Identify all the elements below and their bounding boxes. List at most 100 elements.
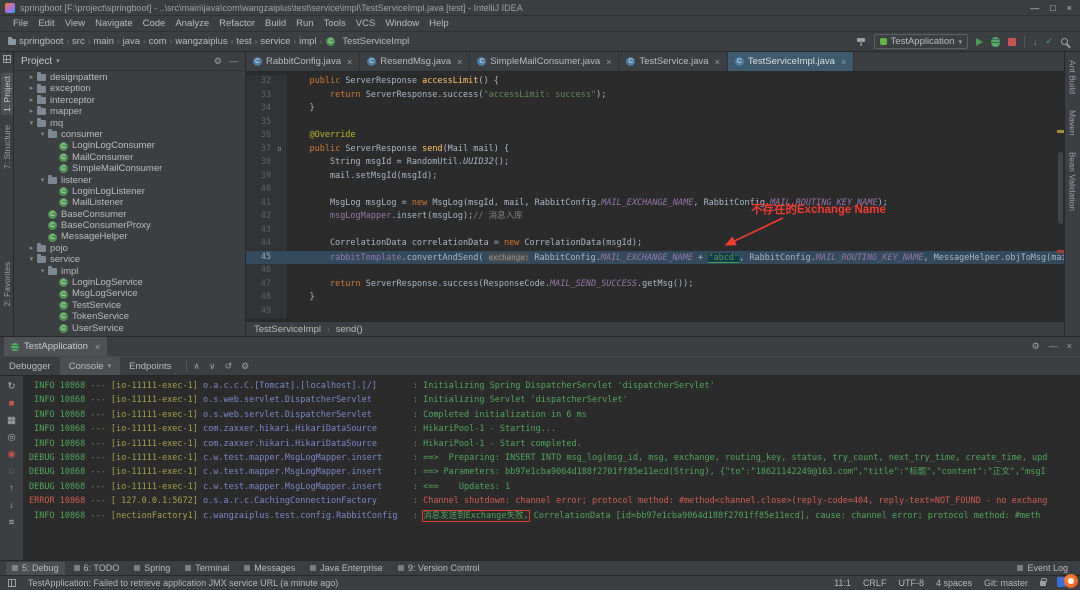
code-line-35[interactable]: 35 xyxy=(246,116,1064,130)
debug-button[interactable] xyxy=(991,37,1000,47)
project-tree[interactable]: ▸designpattern▸exception▸interceptor▸map… xyxy=(14,71,245,336)
tree-item-loginlogservice[interactable]: CLoginLogService xyxy=(14,277,245,288)
tree-item-msglogservice[interactable]: CMsgLogService xyxy=(14,288,245,299)
tree-toggle-icon[interactable]: ▸ xyxy=(27,243,36,254)
breadcrumb-item-com[interactable]: com xyxy=(149,36,167,47)
tree-item-mapper[interactable]: ▸mapper xyxy=(14,106,245,117)
restore-layout-icon[interactable]: ▦ xyxy=(7,414,16,427)
code-line-32[interactable]: 32 public ServerResponse accessLimit() { xyxy=(246,75,1064,89)
collapse-all-icon[interactable]: ∧ xyxy=(193,361,200,372)
maximize-button[interactable]: □ xyxy=(1050,3,1055,13)
breadcrumb-item-springboot[interactable]: springboot xyxy=(8,36,63,47)
menu-navigate[interactable]: Navigate xyxy=(90,18,138,29)
status-git-master[interactable]: Git: master xyxy=(984,578,1028,588)
stop-button[interactable] xyxy=(1008,38,1016,46)
code-line-48[interactable]: 48 } xyxy=(246,291,1064,305)
status-11-1[interactable]: 11:1 xyxy=(834,578,851,588)
run-button[interactable] xyxy=(976,38,983,46)
line-number[interactable]: 35 xyxy=(246,116,274,130)
line-number[interactable]: 47 xyxy=(246,278,274,292)
code-line-41[interactable]: 41 MsgLog msgLog = new MsgLog(msgId, mai… xyxy=(246,197,1064,211)
status-crlf[interactable]: CRLF xyxy=(863,578,887,588)
tree-item-tokenservice[interactable]: CTokenService xyxy=(14,311,245,322)
code-line-36[interactable]: 36 @Override xyxy=(246,129,1064,143)
tool-window-button-terminal[interactable]: Terminal xyxy=(179,562,235,575)
view-breakpoints-icon[interactable]: ◉ xyxy=(7,448,15,461)
tree-toggle-icon[interactable]: ▾ xyxy=(38,175,47,186)
tree-item-mailconsumer[interactable]: CMailConsumer xyxy=(14,152,245,163)
mute-breakpoints-icon[interactable]: ◌ xyxy=(9,465,15,478)
tool-stripe-favorites[interactable]: 2: Favorites xyxy=(2,262,12,306)
debug-tab-debugger[interactable]: Debugger xyxy=(0,357,60,375)
status-utf-8[interactable]: UTF-8 xyxy=(898,578,924,588)
close-tab-icon[interactable]: × xyxy=(841,57,846,67)
code-line-47[interactable]: 47 return ServerResponse.success(Respons… xyxy=(246,278,1064,292)
tree-item-maillistener[interactable]: CMailListener xyxy=(14,197,245,208)
line-number[interactable]: 40 xyxy=(246,183,274,197)
breadcrumb-item-impl[interactable]: impl xyxy=(299,36,316,47)
line-number[interactable]: 42 xyxy=(246,210,274,224)
tree-item-messagehelper[interactable]: CMessageHelper xyxy=(14,231,245,242)
tool-windows-grid-icon[interactable] xyxy=(3,55,11,63)
breadcrumb-item-wangzaiplus[interactable]: wangzaiplus xyxy=(175,36,227,47)
tool-window-button-6-todo[interactable]: 6: TODO xyxy=(68,562,126,575)
editor-tab-simplemailconsumer-java[interactable]: CSimpleMailConsumer.java× xyxy=(470,52,619,71)
tree-item-pojo[interactable]: ▸pojo xyxy=(14,243,245,254)
tree-item-designpattern[interactable]: ▸designpattern xyxy=(14,72,245,83)
tree-item-exception[interactable]: ▸exception xyxy=(14,83,245,94)
tree-toggle-icon[interactable]: ▸ xyxy=(27,106,36,117)
tree-item-impl[interactable]: ▾impl xyxy=(14,266,245,277)
settings-icon[interactable]: ⚙ xyxy=(214,56,222,67)
code-line-40[interactable]: 40 xyxy=(246,183,1064,197)
tree-item-userservice[interactable]: CUserService xyxy=(14,323,245,334)
code-line-34[interactable]: 34 } xyxy=(246,102,1064,116)
stop-icon[interactable]: ■ xyxy=(9,397,15,410)
tree-toggle-icon[interactable]: ▾ xyxy=(38,129,47,140)
close-tab-icon[interactable]: × xyxy=(715,57,720,67)
debug-session-tab[interactable]: TestApplication × xyxy=(4,337,107,356)
tree-item-loginloglistener[interactable]: CLoginLogListener xyxy=(14,186,245,197)
console-settings-icon[interactable]: ⚙ xyxy=(241,361,249,372)
menu-code[interactable]: Code xyxy=(138,18,171,29)
code-line-39[interactable]: 39 mail.setMsgId(msgId); xyxy=(246,170,1064,184)
line-number[interactable]: 44 xyxy=(246,237,274,251)
tool-window-button-9-version-control[interactable]: 9: Version Control xyxy=(392,562,486,575)
event-log-button[interactable]: Event Log xyxy=(1011,562,1074,575)
line-number[interactable]: 37 xyxy=(246,143,274,157)
project-panel-title[interactable]: Project xyxy=(21,56,52,67)
tool-windows-icon[interactable] xyxy=(8,579,16,587)
editor-tab-testservice-java[interactable]: CTestService.java× xyxy=(619,52,727,71)
menu-build[interactable]: Build xyxy=(260,18,291,29)
line-number[interactable]: 46 xyxy=(246,264,274,278)
tree-item-testservice[interactable]: CTestService xyxy=(14,300,245,311)
tree-item-service[interactable]: ▾service xyxy=(14,254,245,265)
tool-window-button-5-debug[interactable]: 5: Debug xyxy=(6,562,65,575)
minimize-icon[interactable]: — xyxy=(1049,341,1058,352)
code-editor[interactable]: 32 public ServerResponse accessLimit() {… xyxy=(246,72,1064,321)
code-line-43[interactable]: 43 xyxy=(246,224,1064,238)
tree-item-interceptor[interactable]: ▸interceptor xyxy=(14,95,245,106)
line-number[interactable]: 45 xyxy=(246,251,274,265)
breadcrumb-item-java[interactable]: java xyxy=(123,36,140,47)
code-line-37[interactable]: 37o public ServerResponse send(Mail mail… xyxy=(246,143,1064,157)
tree-toggle-icon[interactable]: ▸ xyxy=(27,83,36,94)
menu-vcs[interactable]: VCS xyxy=(351,18,381,29)
minimize-button[interactable]: — xyxy=(1030,3,1039,13)
editor-breadcrumb-testserviceimpl[interactable]: TestServiceImpl xyxy=(254,324,321,335)
expand-all-icon[interactable]: ∨ xyxy=(209,361,216,372)
menu-edit[interactable]: Edit xyxy=(33,18,59,29)
line-number[interactable]: 36 xyxy=(246,129,274,143)
line-number[interactable]: 39 xyxy=(246,170,274,184)
scrollbar-thumb[interactable] xyxy=(1058,152,1063,224)
tool-stripe-maven[interactable]: Maven xyxy=(1068,110,1078,136)
tree-item-loginlogconsumer[interactable]: CLoginLogConsumer xyxy=(14,140,245,151)
tool-stripe-ant-build[interactable]: Ant Build xyxy=(1068,60,1078,94)
console-menu-icon[interactable]: ≡ xyxy=(9,516,15,529)
code-line-44[interactable]: 44 CorrelationData correlationData = new… xyxy=(246,237,1064,251)
breadcrumb-item-main[interactable]: main xyxy=(93,36,114,47)
code-line-42[interactable]: 42 msgLogMapper.insert(msgLog);// 消息入库 xyxy=(246,210,1064,224)
menu-analyze[interactable]: Analyze xyxy=(170,18,214,29)
tree-item-consumer[interactable]: ▾consumer xyxy=(14,129,245,140)
close-icon[interactable]: × xyxy=(1067,341,1072,352)
code-line-33[interactable]: 33 return ServerResponse.success("access… xyxy=(246,89,1064,103)
